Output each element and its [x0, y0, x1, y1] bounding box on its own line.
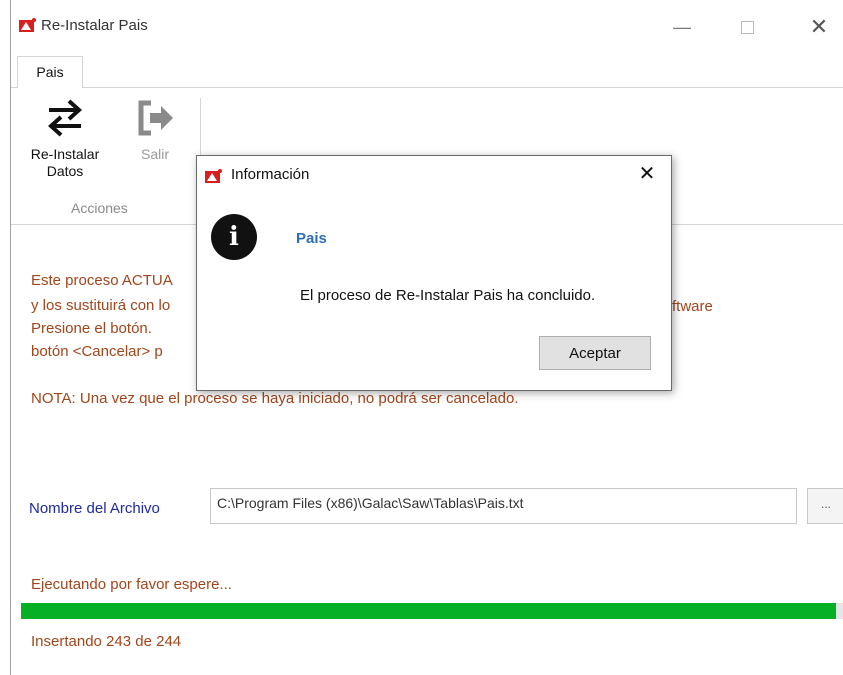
- maximize-button[interactable]: [724, 12, 770, 42]
- minimize-icon: —: [673, 17, 691, 37]
- close-icon: ✕: [809, 14, 829, 39]
- window-title: Re-Instalar Pais: [41, 17, 148, 34]
- progress-bar: [21, 603, 843, 619]
- exit-label: Salir: [140, 146, 169, 162]
- file-path-field[interactable]: C:\Program Files (x86)\Galac\Saw\Tablas\…: [210, 488, 797, 524]
- description-line-3: Presione el botón.: [31, 320, 152, 337]
- note-text: NOTA: Una vez que el proceso se haya ini…: [31, 390, 519, 407]
- minimize-button[interactable]: —: [659, 12, 705, 42]
- close-button[interactable]: ✕: [796, 12, 842, 42]
- progress-bar-fill: [21, 603, 836, 619]
- close-icon: ✕: [638, 163, 656, 185]
- reinstall-label-line1: Re-Instalar: [30, 146, 100, 162]
- dialog-title-bar: Información ✕: [197, 156, 671, 192]
- swap-arrows-icon: [48, 99, 82, 137]
- dialog-heading: Pais: [296, 230, 327, 247]
- app-logo-icon: [19, 18, 36, 32]
- description-fragment-right: ftware: [672, 298, 713, 315]
- app-logo-icon: [205, 169, 222, 183]
- dialog-close-button[interactable]: ✕: [632, 159, 662, 189]
- title-bar: Re-Instalar Pais — ✕: [11, 0, 843, 50]
- accept-button[interactable]: Aceptar: [539, 336, 651, 370]
- info-dialog: Información ✕ i Pais El proceso de Re-In…: [196, 155, 672, 391]
- progress-text: Insertando 243 de 244: [31, 633, 182, 650]
- description-line-1: Este proceso ACTUA: [31, 272, 173, 289]
- tab-strip: Pais: [11, 50, 843, 88]
- exit-icon: [138, 100, 173, 136]
- maximize-icon: [740, 21, 754, 34]
- reinstall-data-button[interactable]: Re-Instalar Datos: [25, 94, 105, 180]
- description-line-2: y los sustituirá con lo: [31, 297, 171, 314]
- dialog-title: Información: [231, 166, 310, 183]
- dialog-body: i Pais El proceso de Re-Instalar Pais ha…: [197, 192, 671, 390]
- exit-button[interactable]: Salir: [127, 94, 183, 163]
- info-icon: i: [211, 214, 257, 260]
- browse-button[interactable]: ...: [807, 488, 843, 524]
- description-line-4: botón <Cancelar> p: [31, 343, 163, 360]
- group-label-acciones: Acciones: [71, 200, 128, 216]
- reinstall-label-line2: Datos: [46, 163, 84, 179]
- status-text: Ejecutando por favor espere...: [31, 576, 232, 593]
- tab-pais[interactable]: Pais: [17, 56, 83, 88]
- file-name-label: Nombre del Archivo: [29, 500, 160, 517]
- dialog-message: El proceso de Re-Instalar Pais ha conclu…: [300, 287, 596, 304]
